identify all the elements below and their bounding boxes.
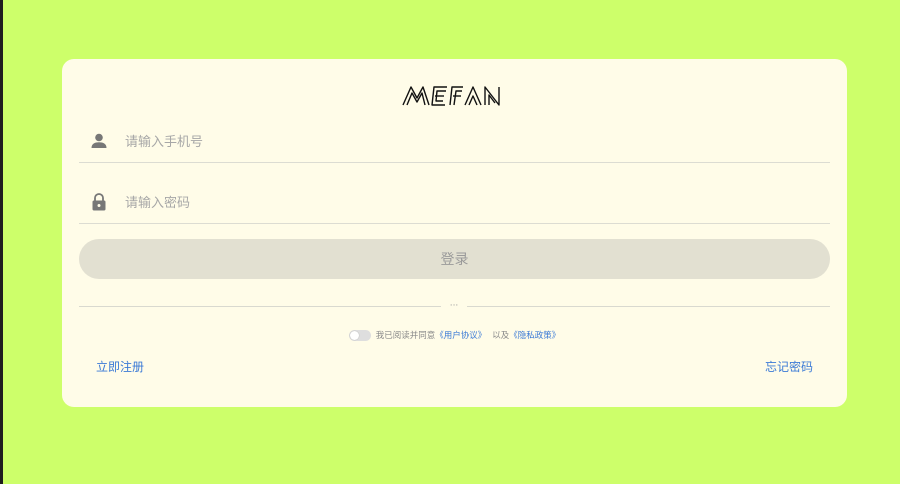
privacy-policy-link[interactable]: 《隐私政策》 xyxy=(509,329,560,341)
agreement-prefix: 我已阅读并同意 xyxy=(375,331,436,341)
agreement-connector: 以及 xyxy=(492,331,510,341)
divider-ellipsis: ··· xyxy=(441,299,467,313)
password-field[interactable] xyxy=(79,181,830,224)
forgot-password-link[interactable]: 忘记密码 xyxy=(765,358,813,375)
login-button[interactable]: 登录 xyxy=(79,239,830,279)
password-input[interactable] xyxy=(123,189,807,217)
agreement-toggle[interactable] xyxy=(348,329,371,341)
phone-field[interactable] xyxy=(79,120,830,163)
register-link[interactable]: 立即注册 xyxy=(96,358,144,375)
agreement-row: 我已阅读并同意 《用户协议》 以及 《隐私政策》 xyxy=(62,327,847,343)
phone-input[interactable] xyxy=(123,128,807,156)
user-agreement-link[interactable]: 《用户协议》 xyxy=(435,329,486,341)
lock-icon xyxy=(92,193,106,211)
mefan-logo-icon xyxy=(401,86,500,106)
user-icon xyxy=(91,133,107,148)
window-edge xyxy=(0,0,3,484)
brand-logo: MEFAN xyxy=(62,83,847,109)
login-card: MEFAN 登录 ··· 我已阅读并同意 《用户协议》 以及 《隐私政策》 立即… xyxy=(62,59,847,407)
